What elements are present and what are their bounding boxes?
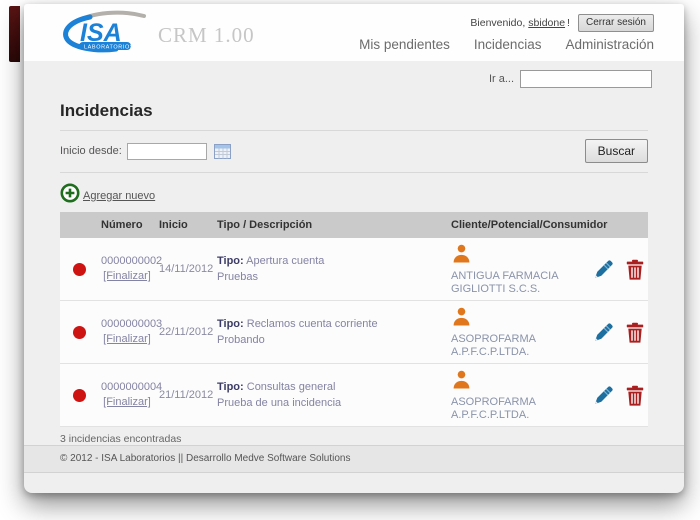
finalize-link[interactable]: [Finalizar] [103, 396, 151, 408]
client-name[interactable]: ANTIGUA FARMACIA GIGLIOTTI S.C.S. [451, 270, 558, 295]
person-icon [451, 243, 585, 268]
trash-icon[interactable] [626, 259, 644, 280]
incident-number-link[interactable]: 0000000003 [101, 318, 162, 330]
results-count: 3 incidencias encontradas [60, 433, 648, 445]
trash-icon[interactable] [626, 385, 644, 406]
nav-item-mis-pendientes[interactable]: Mis pendientes [359, 37, 450, 52]
table-row: 0000000004 [Finalizar] 21/11/2012 Tipo: … [60, 364, 648, 427]
description: Probando [217, 334, 265, 346]
welcome-text: Bienvenido, [470, 17, 525, 29]
logout-button[interactable]: Cerrar sesión [578, 14, 654, 32]
start-date: 14/11/2012 [156, 259, 214, 279]
table-header-row: Número Inicio Tipo / Descripción Cliente… [60, 212, 648, 238]
welcome-suffix: ! [567, 17, 570, 29]
nav-item-administracion[interactable]: Administración [565, 37, 654, 52]
page-body: Ir a... Incidencias Inicio desde: Buscar [24, 61, 684, 493]
app-header: ISA LABORATORIOS CRM 1.00 Bienvenido, sb… [24, 4, 684, 61]
status-dot-icon [73, 263, 86, 276]
person-icon [451, 369, 585, 394]
app-title: CRM 1.00 [158, 23, 255, 48]
calendar-icon[interactable] [214, 143, 231, 159]
start-date: 22/11/2012 [156, 322, 214, 342]
trash-icon[interactable] [626, 322, 644, 343]
start-date: 21/11/2012 [156, 385, 214, 405]
crm-window: ISA LABORATORIOS CRM 1.00 Bienvenido, sb… [24, 4, 684, 493]
pencil-icon[interactable] [593, 258, 615, 280]
table-row: 0000000002 [Finalizar] 14/11/2012 Tipo: … [60, 238, 648, 301]
finalize-link[interactable]: [Finalizar] [103, 333, 151, 345]
person-icon [451, 306, 585, 331]
footer: © 2012 - ISA Laboratorios || Desarrollo … [24, 445, 684, 473]
start-date-input[interactable] [127, 143, 207, 160]
logo-text-laboratorios: LABORATORIOS [84, 45, 134, 51]
background-window-edge [9, 6, 20, 62]
type-label: Tipo: [217, 381, 244, 393]
type-value: Consultas general [247, 381, 336, 393]
col-tipo-descripcion: Tipo / Descripción [214, 219, 448, 231]
nav-item-incidencias[interactable]: Incidencias [474, 37, 542, 52]
description: Pruebas [217, 271, 258, 283]
type-label: Tipo: [217, 255, 244, 267]
bottom-area [24, 473, 684, 493]
table-row: 0000000003 [Finalizar] 22/11/2012 Tipo: … [60, 301, 648, 364]
col-inicio: Inicio [156, 219, 214, 231]
add-new-link[interactable]: Agregar nuevo [83, 190, 155, 202]
incident-number-link[interactable]: 0000000004 [101, 381, 162, 393]
goto-row: Ir a... [24, 61, 684, 88]
description: Prueba de una incidencia [217, 397, 341, 409]
header-right: Bienvenido, sbidone ! Cerrar sesión Mis … [359, 14, 654, 52]
filter-row: Inicio desde: Buscar [60, 131, 648, 172]
goto-input[interactable] [520, 70, 652, 88]
username-link[interactable]: sbidone [528, 17, 565, 29]
add-new-row: Agregar nuevo [60, 173, 648, 212]
content-area: Incidencias Inicio desde: Buscar [24, 88, 684, 445]
copyright-text: © 2012 - ISA Laboratorios || Desarrollo … [60, 453, 351, 464]
isa-laboratorios-logo: ISA LABORATORIOS [60, 9, 148, 56]
type-label: Tipo: [217, 318, 244, 330]
type-value: Reclamos cuenta corriente [247, 318, 378, 330]
incidents-table: Número Inicio Tipo / Descripción Cliente… [60, 212, 648, 427]
col-numero: Número [98, 219, 156, 231]
client-name[interactable]: ASOPROFARMA A.P.F.C.P.LTDA. [451, 396, 535, 421]
pencil-icon[interactable] [593, 384, 615, 406]
pencil-icon[interactable] [593, 321, 615, 343]
status-dot-icon [73, 389, 86, 402]
goto-label: Ir a... [489, 73, 514, 85]
finalize-link[interactable]: [Finalizar] [103, 270, 151, 282]
col-cliente: Cliente/Potencial/Consumidor [448, 219, 588, 231]
page-title: Incidencias [60, 101, 648, 121]
type-value: Apertura cuenta [246, 255, 324, 267]
filter-label: Inicio desde: [60, 145, 122, 157]
main-nav: Mis pendientes Incidencias Administració… [359, 37, 654, 52]
status-dot-icon [73, 326, 86, 339]
search-button[interactable]: Buscar [585, 139, 648, 163]
client-name[interactable]: ASOPROFARMA A.P.F.C.P.LTDA. [451, 333, 535, 358]
add-plus-icon[interactable] [60, 183, 80, 203]
incident-number-link[interactable]: 0000000002 [101, 255, 162, 267]
welcome-row: Bienvenido, sbidone ! Cerrar sesión [470, 14, 654, 32]
